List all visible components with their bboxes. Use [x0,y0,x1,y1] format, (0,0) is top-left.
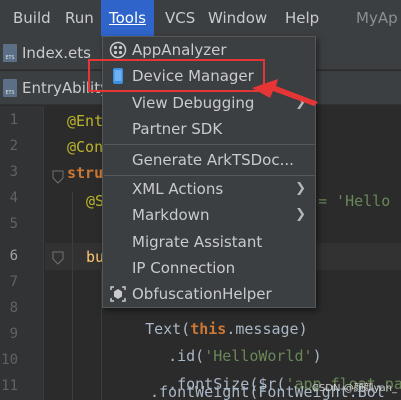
menu-window[interactable]: Window [208,0,267,36]
line-number: 2 [9,138,18,154]
code-line: stru [67,164,104,182]
menu-item-label: Migrate Assistant [132,233,263,251]
app-analyzer-icon [109,41,127,59]
fold-marker-icon[interactable] [52,170,64,184]
menu-item-migrate-assistant[interactable]: Migrate Assistant [103,229,315,255]
menu-item-label: ObfuscationHelper [132,285,272,303]
menu-item-markdown[interactable]: Markdown ❯ [103,202,315,228]
fold-marker-icon[interactable] [52,251,64,265]
menu-item-label: Markdown [132,206,210,224]
tab-label: Index.ets [22,44,91,62]
menu-tools[interactable]: Tools [101,0,154,36]
line-number: 5 [9,216,18,232]
menu-item-xml-actions[interactable]: XML Actions ❯ [103,176,315,202]
menu-run[interactable]: Run [65,0,94,36]
menu-item-obfuscation-helper[interactable]: ObfuscationHelper [103,281,315,307]
menu-help[interactable]: Help [285,0,319,36]
menu-item-label: Generate ArkTSDoc... [132,151,294,169]
ets-file-icon: ETS [3,79,17,97]
code-line: = 'Hello [318,192,391,210]
menu-bar: Build Run Tools VCS Window Help MyAp [0,0,401,36]
watermark: CSDN @颜颜yan_ [311,383,397,394]
code-line: @Ent [67,112,104,130]
menu-item-ip-connection[interactable]: IP Connection [103,255,315,281]
annotation-highlight-box [88,59,265,92]
line-number: 9 [9,326,18,342]
submenu-arrow-icon: ❯ [295,95,306,110]
menu-separator [104,144,316,145]
menu-vcs[interactable]: VCS [165,0,195,36]
menu-item-label: XML Actions [132,180,224,198]
line-number: 8 [9,300,18,316]
window-title: MyAp [356,9,398,27]
menu-item-partner-sdk[interactable]: Partner SDK [103,116,315,142]
menu-item-label: AppAnalyzer [132,41,227,59]
line-number: 6 [9,248,18,264]
menu-item-generate-arktsdoc[interactable]: Generate ArkTSDoc... [103,147,315,173]
line-number: 4 [9,190,18,206]
menu-item-label: Partner SDK [132,120,223,138]
line-number: 7 [9,274,18,290]
indent-guide [72,192,73,400]
line-number: 1 [9,112,18,128]
code-line: @Con [67,138,104,156]
menu-item-label: IP Connection [132,259,236,277]
obfuscation-icon [110,286,126,302]
menu-item-label: View Debugging [132,94,255,112]
submenu-arrow-icon: ❯ [295,207,306,222]
line-number: 10 [1,352,18,368]
menu-item-view-debugging[interactable]: View Debugging ❯ [103,90,315,116]
submenu-arrow-icon: ❯ [295,181,306,196]
line-number: 3 [9,164,18,180]
menu-build[interactable]: Build [13,0,51,36]
ets-file-icon: ETS [3,44,17,62]
line-number: 11 [1,378,18,394]
